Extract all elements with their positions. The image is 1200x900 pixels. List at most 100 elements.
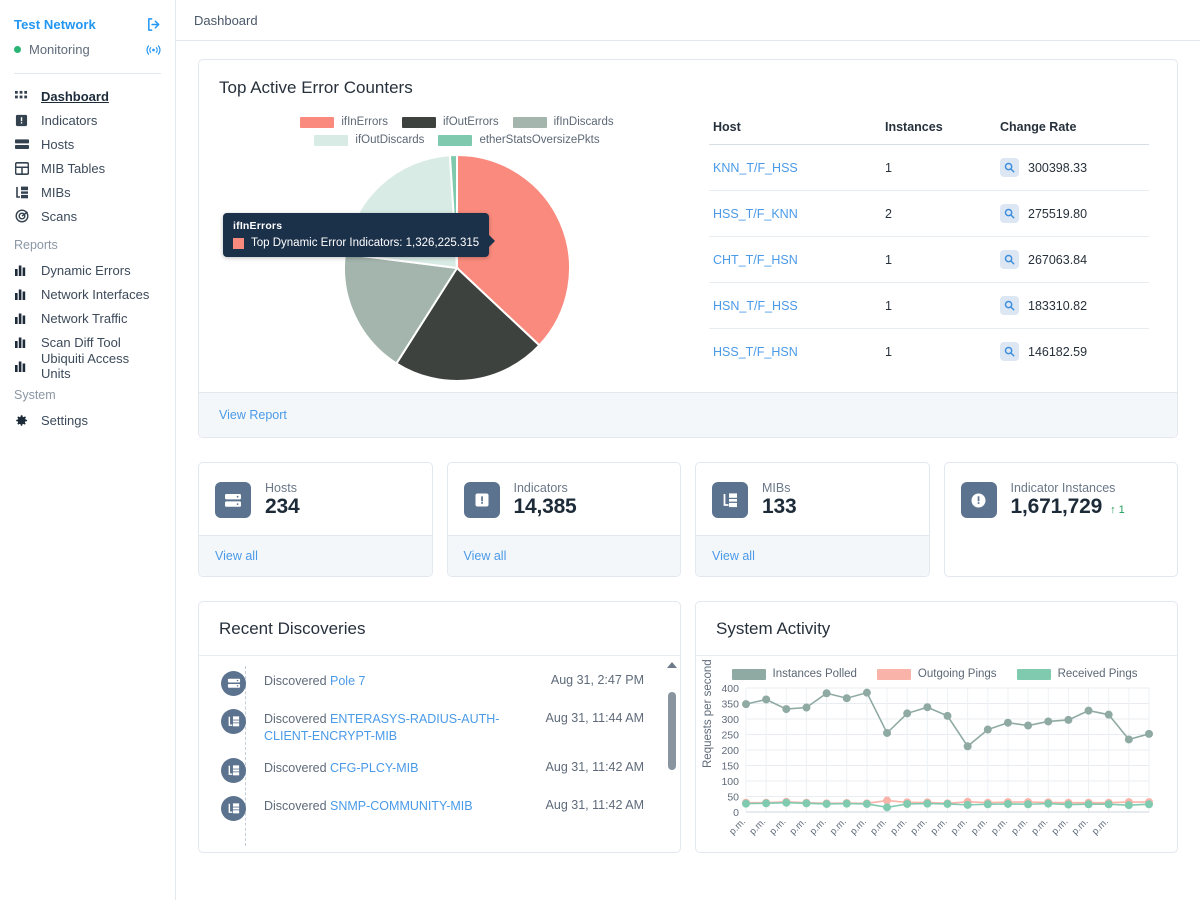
legend-item[interactable]: Outgoing Pings (876, 668, 997, 680)
discovery-link[interactable]: ENTERASYS-RADIUS-AUTH-CLIENT-ENCRYPT-MIB (264, 712, 499, 743)
stat-card-indicators[interactable]: Indicators 14,385 View all (446, 462, 681, 577)
scrollbar-thumb[interactable] (667, 692, 676, 770)
discovery-link[interactable]: CFG-PLCY-MIB (330, 761, 418, 775)
view-report-link[interactable]: View Report (219, 408, 287, 422)
broadcast-icon[interactable] (146, 43, 161, 57)
data-point[interactable] (943, 711, 952, 720)
legend-item[interactable]: Instances Polled (731, 668, 857, 680)
data-point[interactable] (883, 803, 892, 812)
data-point[interactable] (963, 800, 972, 809)
stat-card-hosts[interactable]: Hosts 234 View all (198, 462, 433, 577)
data-point[interactable] (1003, 718, 1012, 727)
legend-item[interactable]: Received Pings (1016, 668, 1137, 680)
discovery-link[interactable]: Pole 7 (330, 674, 365, 688)
column-header-host[interactable]: Host (709, 114, 881, 145)
sidebar-item-mibs[interactable]: MIBs (0, 180, 175, 204)
view-all-link[interactable]: View all (464, 549, 507, 563)
data-point[interactable] (842, 799, 851, 808)
data-point[interactable] (742, 799, 750, 808)
data-point[interactable] (762, 799, 771, 808)
network-name[interactable]: Test Network (14, 17, 96, 32)
data-point[interactable] (1044, 799, 1053, 808)
sidebar-item-hosts[interactable]: Hosts (0, 132, 175, 156)
data-point[interactable] (903, 799, 912, 808)
data-point[interactable] (883, 728, 892, 737)
list-item[interactable]: Discovered SNMP-COMMUNITY-MIB Aug 31, 11:… (199, 789, 680, 827)
data-point[interactable] (802, 799, 811, 808)
sidebar-item-scans[interactable]: Scans (0, 204, 175, 228)
data-point[interactable] (1104, 710, 1113, 719)
list-item[interactable]: Discovered ENTERASYS-RADIUS-AUTH-CLIENT-… (199, 702, 680, 751)
data-point[interactable] (983, 725, 992, 734)
view-all-link[interactable]: View all (712, 549, 755, 563)
sidebar-item-dashboard[interactable]: Dashboard (0, 84, 175, 108)
sidebar-item-dynamic-errors[interactable]: Dynamic Errors (0, 258, 175, 282)
data-point[interactable] (822, 799, 831, 808)
sidebar-item-network-traffic[interactable]: Network Traffic (0, 306, 175, 330)
legend-item[interactable]: ifOutDiscards (314, 134, 424, 146)
data-point[interactable] (963, 742, 972, 751)
data-point[interactable] (842, 694, 851, 703)
data-point[interactable] (943, 799, 952, 808)
data-point[interactable] (1084, 706, 1093, 715)
search-icon[interactable] (1000, 296, 1019, 315)
pie-chart[interactable]: ifInErrors Top Dynamic Error Indicators:… (217, 154, 697, 382)
host-link[interactable]: HSS_T/F_HSN (713, 345, 798, 359)
host-link[interactable]: CHT_T/F_HSN (713, 253, 798, 267)
column-header-instances[interactable]: Instances (881, 114, 996, 145)
data-point[interactable] (802, 703, 811, 712)
legend-item[interactable]: ifInErrors (300, 116, 388, 128)
search-icon[interactable] (1000, 342, 1019, 361)
host-link[interactable]: KNN_T/F_HSS (713, 161, 798, 175)
stat-card-indicator-instances[interactable]: Indicator Instances 1,671,729 ↑ 1 (943, 462, 1178, 577)
column-header-change-rate[interactable]: Change Rate (996, 114, 1149, 145)
data-point[interactable] (742, 700, 750, 709)
data-point[interactable] (1064, 715, 1073, 724)
data-point[interactable] (1104, 800, 1113, 809)
sidebar-item-settings[interactable]: Settings (0, 408, 175, 432)
search-icon[interactable] (1000, 204, 1019, 223)
sidebar-item-mib-tables[interactable]: MIB Tables (0, 156, 175, 180)
data-point[interactable] (1044, 717, 1053, 726)
legend-item[interactable]: ifOutErrors (401, 116, 499, 128)
data-point[interactable] (1064, 800, 1073, 809)
list-item[interactable]: Discovered Pole 7 Aug 31, 2:47 PM (199, 664, 680, 702)
line-chart-svg: 050100150200250300350400p.m. p.m. p.m. p.m.… (721, 683, 1153, 837)
data-point[interactable] (1024, 800, 1033, 809)
data-point[interactable] (1003, 799, 1012, 808)
logout-icon[interactable] (146, 17, 161, 32)
view-all-link[interactable]: View all (215, 549, 258, 563)
discovery-link[interactable]: SNMP-COMMUNITY-MIB (330, 799, 473, 813)
search-icon[interactable] (1000, 158, 1019, 177)
data-point[interactable] (1124, 801, 1133, 810)
legend-item[interactable]: etherStatsOversizePkts (438, 134, 600, 146)
data-point[interactable] (1084, 800, 1093, 809)
data-point[interactable] (782, 798, 791, 807)
scroll-up-arrow-icon[interactable] (667, 662, 677, 668)
sidebar-item-indicators[interactable]: Indicators (0, 108, 175, 132)
stat-card-mibs[interactable]: MIBs 133 View all (695, 462, 930, 577)
legend-item[interactable]: ifInDiscards (512, 116, 614, 128)
data-point[interactable] (923, 703, 932, 712)
host-link[interactable]: HSN_T/F_HSS (713, 299, 798, 313)
data-point[interactable] (923, 799, 932, 808)
search-icon[interactable] (1000, 250, 1019, 269)
data-point[interactable] (1145, 800, 1153, 809)
data-point[interactable] (762, 695, 771, 704)
data-point[interactable] (883, 796, 892, 805)
list-item[interactable]: Discovered CFG-PLCY-MIB Aug 31, 11:42 AM (199, 751, 680, 789)
system-activity-chart[interactable]: Instances Polled Outgoing Pings Received… (696, 656, 1177, 851)
host-link[interactable]: HSS_T/F_KNN (713, 207, 798, 221)
data-point[interactable] (1124, 735, 1133, 744)
data-point[interactable] (782, 705, 791, 714)
data-point[interactable] (1145, 729, 1153, 738)
data-point[interactable] (983, 800, 992, 809)
data-point[interactable] (1024, 721, 1033, 730)
data-point[interactable] (862, 688, 871, 697)
data-point[interactable] (862, 799, 871, 808)
data-point[interactable] (822, 689, 831, 698)
data-point[interactable] (903, 709, 912, 718)
sidebar-item-ubiquiti-access-units[interactable]: Ubiquiti Access Units (0, 351, 175, 381)
scrollbar[interactable] (667, 662, 677, 844)
sidebar-item-network-interfaces[interactable]: Network Interfaces (0, 282, 175, 306)
